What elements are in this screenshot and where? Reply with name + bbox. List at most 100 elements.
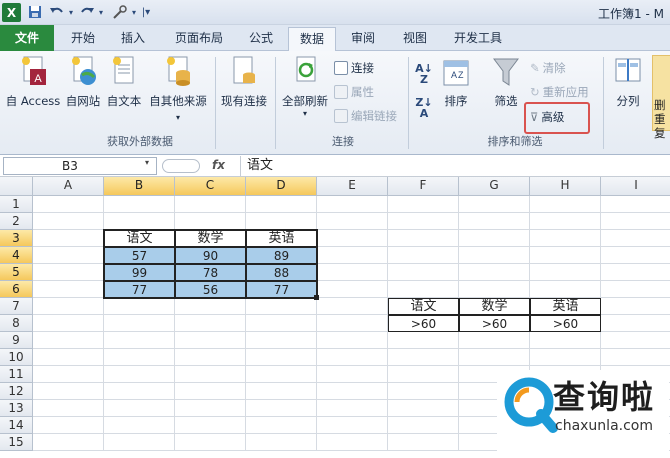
- grid-cell[interactable]: [530, 281, 601, 298]
- row-header[interactable]: 1: [0, 196, 33, 213]
- grid-cell[interactable]: [317, 383, 388, 400]
- table-data-cell[interactable]: 99: [104, 264, 175, 281]
- grid-cell[interactable]: [317, 417, 388, 434]
- tab-data[interactable]: 数据: [288, 27, 336, 52]
- sort-button[interactable]: AZ 排序: [438, 55, 474, 109]
- criteria-value-cell[interactable]: >60: [388, 315, 459, 332]
- from-other-sources-button[interactable]: 自其他来源 ▾: [146, 55, 210, 123]
- grid-cell[interactable]: [33, 230, 104, 247]
- grid-cell[interactable]: [601, 349, 670, 366]
- grid-cell[interactable]: [601, 315, 670, 332]
- text-to-columns-button[interactable]: 分列: [608, 55, 648, 109]
- grid-cell[interactable]: [601, 247, 670, 264]
- grid-cell[interactable]: [601, 264, 670, 281]
- tab-home[interactable]: 开始: [62, 27, 104, 51]
- grid-cell[interactable]: [246, 417, 317, 434]
- grid-cell[interactable]: [33, 434, 104, 451]
- grid-cell[interactable]: [530, 264, 601, 281]
- save-icon[interactable]: [27, 3, 43, 21]
- grid-cell[interactable]: [175, 213, 246, 230]
- row-header[interactable]: 6: [0, 281, 33, 298]
- from-text-button[interactable]: 自文本: [104, 55, 144, 109]
- grid-cell[interactable]: [388, 332, 459, 349]
- grid-cell[interactable]: [388, 434, 459, 451]
- tab-insert[interactable]: 插入: [112, 27, 154, 51]
- grid-cell[interactable]: [601, 298, 670, 315]
- grid-cell[interactable]: [33, 298, 104, 315]
- row-header[interactable]: 5: [0, 264, 33, 281]
- row-header[interactable]: 3: [0, 230, 33, 247]
- grid-cell[interactable]: [175, 332, 246, 349]
- grid-cell[interactable]: [601, 196, 670, 213]
- grid-cell[interactable]: [246, 196, 317, 213]
- grid-cell[interactable]: [317, 366, 388, 383]
- edit-links-button[interactable]: 编辑链接: [334, 107, 397, 125]
- grid-cell[interactable]: [317, 230, 388, 247]
- table-data-cell[interactable]: 89: [246, 247, 317, 264]
- row-header[interactable]: 7: [0, 298, 33, 315]
- grid-cell[interactable]: [317, 298, 388, 315]
- grid-cell[interactable]: [601, 230, 670, 247]
- sort-ascending-button[interactable]: A↓ Z: [413, 63, 435, 85]
- row-header[interactable]: 13: [0, 400, 33, 417]
- name-box[interactable]: B3: [3, 157, 157, 175]
- grid-cell[interactable]: [388, 366, 459, 383]
- grid-cell[interactable]: [33, 366, 104, 383]
- grid-cell[interactable]: [459, 213, 530, 230]
- grid-cell[interactable]: [317, 332, 388, 349]
- grid-cell[interactable]: [33, 315, 104, 332]
- grid-cell[interactable]: [33, 332, 104, 349]
- grid-cell[interactable]: [175, 196, 246, 213]
- grid-cell[interactable]: [104, 349, 175, 366]
- grid-cell[interactable]: [104, 332, 175, 349]
- grid-cell[interactable]: [33, 400, 104, 417]
- tab-page-layout[interactable]: 页面布局: [166, 27, 232, 51]
- grid-cell[interactable]: [246, 213, 317, 230]
- sort-descending-button[interactable]: Z↓ A: [413, 97, 435, 119]
- row-header[interactable]: 12: [0, 383, 33, 400]
- grid-cell[interactable]: [104, 213, 175, 230]
- grid-cell[interactable]: [459, 247, 530, 264]
- table-data-cell[interactable]: 77: [104, 281, 175, 298]
- column-header[interactable]: E: [317, 177, 388, 196]
- grid-cell[interactable]: [246, 332, 317, 349]
- filter-button[interactable]: 筛选: [486, 55, 526, 109]
- grid-cell[interactable]: [601, 281, 670, 298]
- grid-cell[interactable]: [317, 400, 388, 417]
- grid-cell[interactable]: [459, 196, 530, 213]
- grid-cell[interactable]: [175, 349, 246, 366]
- grid-cell[interactable]: [388, 383, 459, 400]
- row-header[interactable]: 9: [0, 332, 33, 349]
- tab-file[interactable]: 文件: [0, 25, 54, 51]
- excel-icon[interactable]: X: [2, 3, 21, 22]
- column-header[interactable]: G: [459, 177, 530, 196]
- from-web-button[interactable]: 自网站: [64, 55, 102, 109]
- clear-button[interactable]: ✎ 清除: [530, 59, 566, 77]
- grid-cell[interactable]: [33, 196, 104, 213]
- column-header[interactable]: F: [388, 177, 459, 196]
- tab-review[interactable]: 审阅: [342, 27, 384, 51]
- function-icon[interactable]: fx: [212, 158, 225, 172]
- tab-formulas[interactable]: 公式: [240, 27, 282, 51]
- grid-cell[interactable]: [530, 247, 601, 264]
- grid-cell[interactable]: [33, 264, 104, 281]
- row-header[interactable]: 4: [0, 247, 33, 264]
- grid-cell[interactable]: [317, 315, 388, 332]
- grid-cell[interactable]: [246, 349, 317, 366]
- grid-cell[interactable]: [317, 196, 388, 213]
- table-data-cell[interactable]: 57: [104, 247, 175, 264]
- grid-cell[interactable]: [246, 383, 317, 400]
- grid-cell[interactable]: [175, 298, 246, 315]
- grid-cell[interactable]: [104, 417, 175, 434]
- grid-cell[interactable]: [104, 400, 175, 417]
- grid-cell[interactable]: [317, 349, 388, 366]
- table-data-cell[interactable]: 56: [175, 281, 246, 298]
- grid-cell[interactable]: [33, 281, 104, 298]
- row-header[interactable]: 2: [0, 213, 33, 230]
- formula-bar-resize-handle[interactable]: [162, 159, 200, 173]
- grid-cell[interactable]: [317, 281, 388, 298]
- column-header[interactable]: A: [33, 177, 104, 196]
- grid-cell[interactable]: [175, 315, 246, 332]
- grid-cell[interactable]: [175, 400, 246, 417]
- grid-cell[interactable]: [388, 213, 459, 230]
